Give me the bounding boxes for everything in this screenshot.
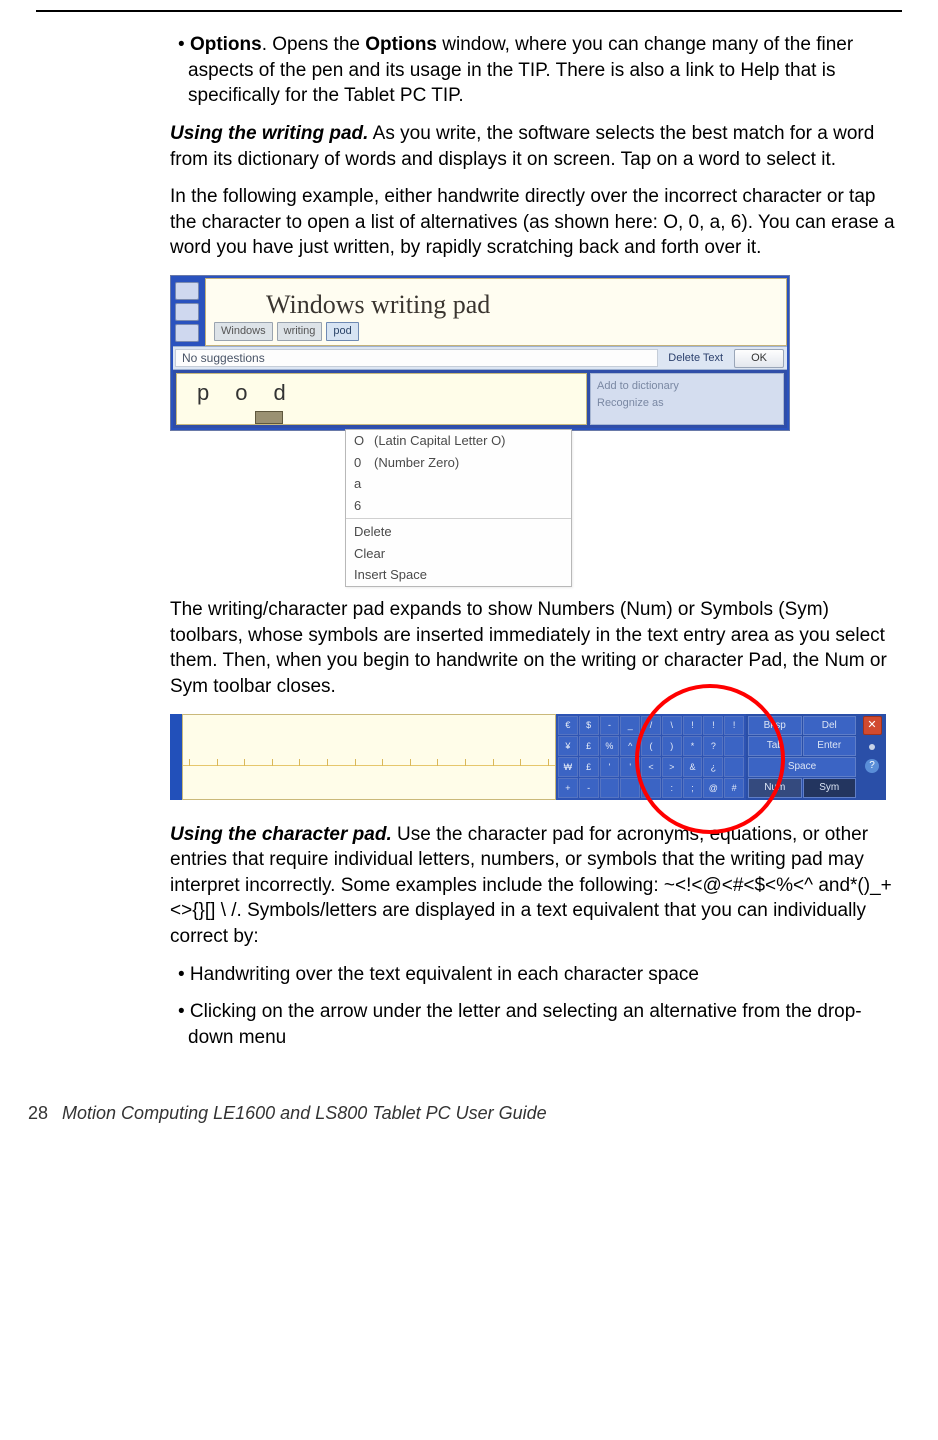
dropdown-item[interactable]: 6	[346, 495, 571, 517]
writing-pad-para: Using the writing pad. As you write, the…	[170, 121, 896, 172]
char-pad-lead: Using the character pad.	[170, 824, 392, 845]
tip-sidebar	[173, 278, 205, 346]
sym-key-toggle[interactable]: Sym	[803, 778, 857, 798]
sub-bullet-1: • Handwriting over the text equivalent i…	[188, 962, 896, 988]
options-bold-1: Options	[190, 34, 262, 55]
sym-key[interactable]	[600, 778, 620, 798]
no-suggestions-label: No suggestions	[175, 349, 658, 367]
close-icon[interactable]: ✕	[863, 716, 882, 735]
highlight-circle	[635, 684, 785, 834]
sidebar-button[interactable]	[175, 324, 199, 342]
dropdown-action[interactable]: Insert Space	[346, 564, 571, 586]
sym-key[interactable]: £	[579, 736, 599, 756]
sidebar-button[interactable]	[175, 303, 199, 321]
dot-icon	[869, 744, 875, 750]
delete-text-link[interactable]: Delete Text	[660, 351, 731, 366]
add-to-dictionary[interactable]: Add to dictionary	[597, 378, 777, 395]
ok-button[interactable]: OK	[734, 349, 784, 368]
top-rule	[36, 10, 902, 12]
content-column: • Options. Opens the Options window, whe…	[170, 32, 896, 1051]
sym-key[interactable]: _	[620, 716, 640, 736]
sym-key[interactable]: £	[579, 757, 599, 777]
example-para: In the following example, either handwri…	[170, 184, 896, 261]
char[interactable]: p	[197, 378, 209, 408]
char[interactable]: d	[274, 378, 286, 408]
end-column: ✕ ?	[858, 714, 886, 800]
sym-key[interactable]: -	[579, 778, 599, 798]
page-footer: 28 Motion Computing LE1600 and LS800 Tabl…	[0, 1101, 938, 1143]
footer-title: Motion Computing LE1600 and LS800 Tablet…	[62, 1103, 547, 1123]
recognize-as[interactable]: Recognize as	[597, 395, 777, 412]
sym-key[interactable]: ¥	[558, 736, 578, 756]
sub-bullet-2: • Clicking on the arrow under the letter…	[188, 999, 896, 1050]
sym-key[interactable]: '	[600, 757, 620, 777]
char-dropdown-handle[interactable]	[255, 411, 283, 424]
writing-pad-lead: Using the writing pad.	[170, 123, 368, 144]
right-options-panel: Add to dictionary Recognize as	[590, 373, 784, 425]
word-button-selected[interactable]: pod	[326, 322, 358, 341]
options-bold-2: Options	[365, 34, 437, 55]
word-button[interactable]: Windows	[214, 322, 273, 341]
character-edit-area[interactable]: p o d	[176, 373, 587, 425]
dropdown-item[interactable]: O(Latin Capital Letter O)	[346, 430, 571, 452]
figure-symbols-toolbar: € $ - _ / \ ! ! ! ¥ £ % ^ ( ) * ?	[170, 714, 886, 800]
sym-key[interactable]: -	[600, 716, 620, 736]
page-number: 28	[28, 1103, 48, 1123]
dropdown-action[interactable]: Delete	[346, 521, 571, 543]
options-bullet: • Options. Opens the Options window, whe…	[188, 32, 896, 109]
sym-key[interactable]: %	[600, 736, 620, 756]
sidebar-button[interactable]	[175, 282, 199, 300]
enter-key[interactable]: Enter	[803, 736, 857, 756]
char[interactable]: o	[235, 378, 247, 408]
dropdown-item[interactable]: 0(Number Zero)	[346, 452, 571, 474]
del-key[interactable]: Del	[803, 716, 857, 736]
figure-writing-pad: Windows writing pad Windows writing pod …	[170, 275, 790, 587]
sym-key[interactable]: €	[558, 716, 578, 736]
sym-key[interactable]	[620, 778, 640, 798]
options-text-1: . Opens the	[262, 34, 366, 55]
sym-key[interactable]: +	[558, 778, 578, 798]
help-icon[interactable]: ?	[865, 759, 879, 773]
alternatives-dropdown: O(Latin Capital Letter O) 0(Number Zero)…	[345, 429, 572, 587]
bullet-dot: •	[178, 34, 190, 55]
dropdown-item[interactable]: a	[346, 473, 571, 495]
sym-key[interactable]: $	[579, 716, 599, 736]
sym-key[interactable]: ₩	[558, 757, 578, 777]
fig2-sidebar	[170, 714, 182, 800]
fig2-writing-area[interactable]	[182, 714, 556, 800]
after-fig1-para: The writing/character pad expands to sho…	[170, 597, 896, 700]
writing-area[interactable]: Windows writing pad Windows writing pod	[205, 278, 787, 346]
dropdown-action[interactable]: Clear	[346, 543, 571, 565]
handwriting-text: Windows writing pad	[206, 279, 786, 322]
char-pad-para: Using the character pad. Use the charact…	[170, 822, 896, 950]
word-button[interactable]: writing	[277, 322, 323, 341]
